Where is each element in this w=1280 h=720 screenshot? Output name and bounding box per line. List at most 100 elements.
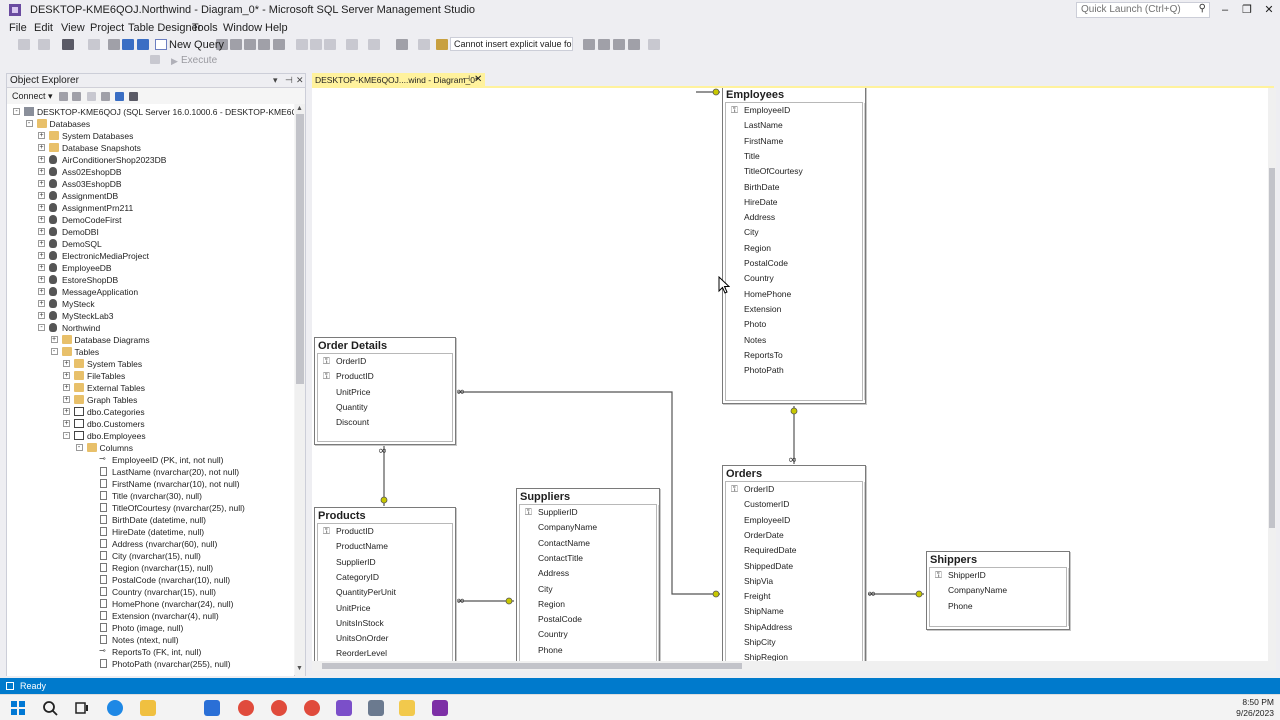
activity-icon[interactable] xyxy=(129,92,138,101)
toolbox-icon[interactable] xyxy=(613,39,625,50)
expand-icon[interactable]: + xyxy=(38,276,45,283)
menu-view[interactable]: View xyxy=(61,22,85,34)
windows-start-icon[interactable] xyxy=(10,700,26,716)
dax-query-icon[interactable] xyxy=(273,39,285,50)
column-row[interactable]: City xyxy=(520,582,658,597)
menu-file[interactable]: File xyxy=(9,22,27,34)
column-row[interactable]: Region xyxy=(726,241,864,256)
add-item-icon[interactable] xyxy=(88,39,100,50)
onenote-icon[interactable] xyxy=(432,700,448,716)
column-row[interactable]: ProductName xyxy=(318,539,455,554)
pin-icon[interactable]: ⊣ xyxy=(285,75,293,86)
expand-icon[interactable]: + xyxy=(63,372,70,379)
collapse-icon[interactable]: - xyxy=(13,108,20,115)
column-row[interactable]: ShipName xyxy=(726,604,864,619)
collapse-icon[interactable]: - xyxy=(63,432,70,439)
table-title[interactable]: Employees xyxy=(726,89,784,101)
close-icon[interactable]: ✕ xyxy=(296,75,304,86)
diagram-vertical-scrollbar[interactable] xyxy=(1268,88,1276,661)
find-icon[interactable] xyxy=(418,39,430,50)
stop-icon[interactable] xyxy=(87,92,96,101)
dmx-query-icon[interactable] xyxy=(244,39,256,50)
store-icon[interactable] xyxy=(204,700,220,716)
column-row[interactable]: QuantityPerUnit xyxy=(318,585,455,600)
expand-icon[interactable]: + xyxy=(50,336,58,343)
expand-icon[interactable]: + xyxy=(63,420,70,427)
table-shippers[interactable]: Shippers ⚿ ShipperID CompanyName Phone xyxy=(926,551,1070,630)
column-row[interactable]: Region xyxy=(520,597,658,612)
column-row[interactable]: ShipCity xyxy=(726,635,864,650)
activity-monitor-icon[interactable] xyxy=(396,39,408,50)
table-title[interactable]: Shippers xyxy=(930,554,977,566)
expand-icon[interactable]: + xyxy=(38,156,45,163)
file-explorer-icon[interactable] xyxy=(140,700,156,716)
disconnect-icon[interactable] xyxy=(72,92,81,101)
column-row[interactable]: EmployeeID xyxy=(726,513,864,528)
new-query-button[interactable]: New Query xyxy=(169,39,224,51)
menu-tools[interactable]: Tools xyxy=(192,22,218,34)
expand-icon[interactable]: + xyxy=(63,396,70,403)
column-row[interactable]: SupplierID xyxy=(318,555,455,570)
table-suppliers[interactable]: Suppliers ⚿ SupplierID CompanyName ContactNa… xyxy=(516,488,660,661)
scrollbar-thumb[interactable] xyxy=(296,114,304,384)
diagram-canvas[interactable]: ∞ ∞ ∞ ∞ ∞ Employees ⚿ EmployeeID LastName FirstN… xyxy=(312,88,1268,661)
minimize-button[interactable]: – xyxy=(1214,2,1236,18)
column-row[interactable]: ContactName xyxy=(520,536,658,551)
table-title[interactable]: Products xyxy=(318,510,366,522)
properties-icon[interactable] xyxy=(598,39,610,50)
expand-icon[interactable]: + xyxy=(38,228,45,235)
expand-icon[interactable]: + xyxy=(38,192,45,199)
expand-icon[interactable]: + xyxy=(38,252,45,259)
refresh-icon[interactable] xyxy=(115,92,124,101)
new-query-icon[interactable] xyxy=(155,39,167,50)
expand-icon[interactable]: + xyxy=(38,240,45,247)
column-row[interactable]: ReportsTo xyxy=(726,348,864,363)
column-row[interactable]: ⚿ OrderID xyxy=(318,354,455,369)
search-icon[interactable]: ⚲ xyxy=(1199,3,1206,14)
expand-icon[interactable]: + xyxy=(63,360,70,367)
column-row[interactable]: Photo xyxy=(726,317,864,332)
tab-diagram[interactable]: DESKTOP-KME6QOJ....wind - Diagram_0* ⊣ ✕ xyxy=(312,73,485,87)
collapse-icon[interactable]: - xyxy=(50,348,58,355)
search-icon[interactable] xyxy=(42,700,58,716)
chrome-profile-2-icon[interactable] xyxy=(304,700,320,716)
expand-icon[interactable]: + xyxy=(38,288,45,295)
chrome-icon[interactable] xyxy=(238,700,254,716)
save-icon[interactable] xyxy=(122,39,134,50)
collapse-icon[interactable]: - xyxy=(75,444,83,451)
quick-launch-input[interactable]: Quick Launch (Ctrl+Q) ⚲ xyxy=(1076,2,1210,18)
scrollbar-thumb[interactable] xyxy=(322,663,742,669)
mdx-query-icon[interactable] xyxy=(230,39,242,50)
edge-icon[interactable] xyxy=(107,700,123,716)
column-row[interactable]: HireDate xyxy=(726,195,864,210)
table-title[interactable]: Suppliers xyxy=(520,491,570,503)
execute-icon[interactable]: ▶ xyxy=(171,56,178,67)
customize-icon[interactable] xyxy=(648,39,660,50)
column-row[interactable]: CategoryID xyxy=(318,570,455,585)
scroll-up-icon[interactable]: ▲ xyxy=(296,105,303,112)
expand-icon[interactable]: + xyxy=(38,132,45,139)
error-list-dropdown[interactable]: Cannot insert explicit value for i xyxy=(450,37,573,51)
sticky-notes-icon[interactable] xyxy=(399,700,415,716)
database-selector-icon[interactable] xyxy=(150,55,160,64)
expand-icon[interactable]: + xyxy=(38,168,45,175)
column-row[interactable]: Country xyxy=(726,271,864,286)
column-row[interactable]: UnitPrice xyxy=(318,385,455,400)
menu-project[interactable]: Project xyxy=(90,22,124,34)
column-row[interactable]: ShippedDate xyxy=(726,559,864,574)
expand-icon[interactable]: + xyxy=(38,312,45,319)
open-file-icon[interactable] xyxy=(108,39,120,50)
copy-icon[interactable] xyxy=(310,39,322,50)
column-row[interactable]: Extension xyxy=(726,302,864,317)
solution-config-icon[interactable] xyxy=(436,39,448,50)
column-row[interactable]: Title xyxy=(726,149,864,164)
save-all-icon[interactable] xyxy=(137,39,149,50)
column-row[interactable]: ⚿ SupplierID xyxy=(520,505,658,520)
visual-studio-icon[interactable] xyxy=(336,700,352,716)
cut-icon[interactable] xyxy=(296,39,308,50)
column-row[interactable]: UnitsOnOrder xyxy=(318,631,455,646)
table-title[interactable]: Orders xyxy=(726,468,762,480)
menu-help[interactable]: Help xyxy=(265,22,288,34)
column-row[interactable]: Notes xyxy=(726,333,864,348)
expand-icon[interactable]: + xyxy=(38,180,45,187)
